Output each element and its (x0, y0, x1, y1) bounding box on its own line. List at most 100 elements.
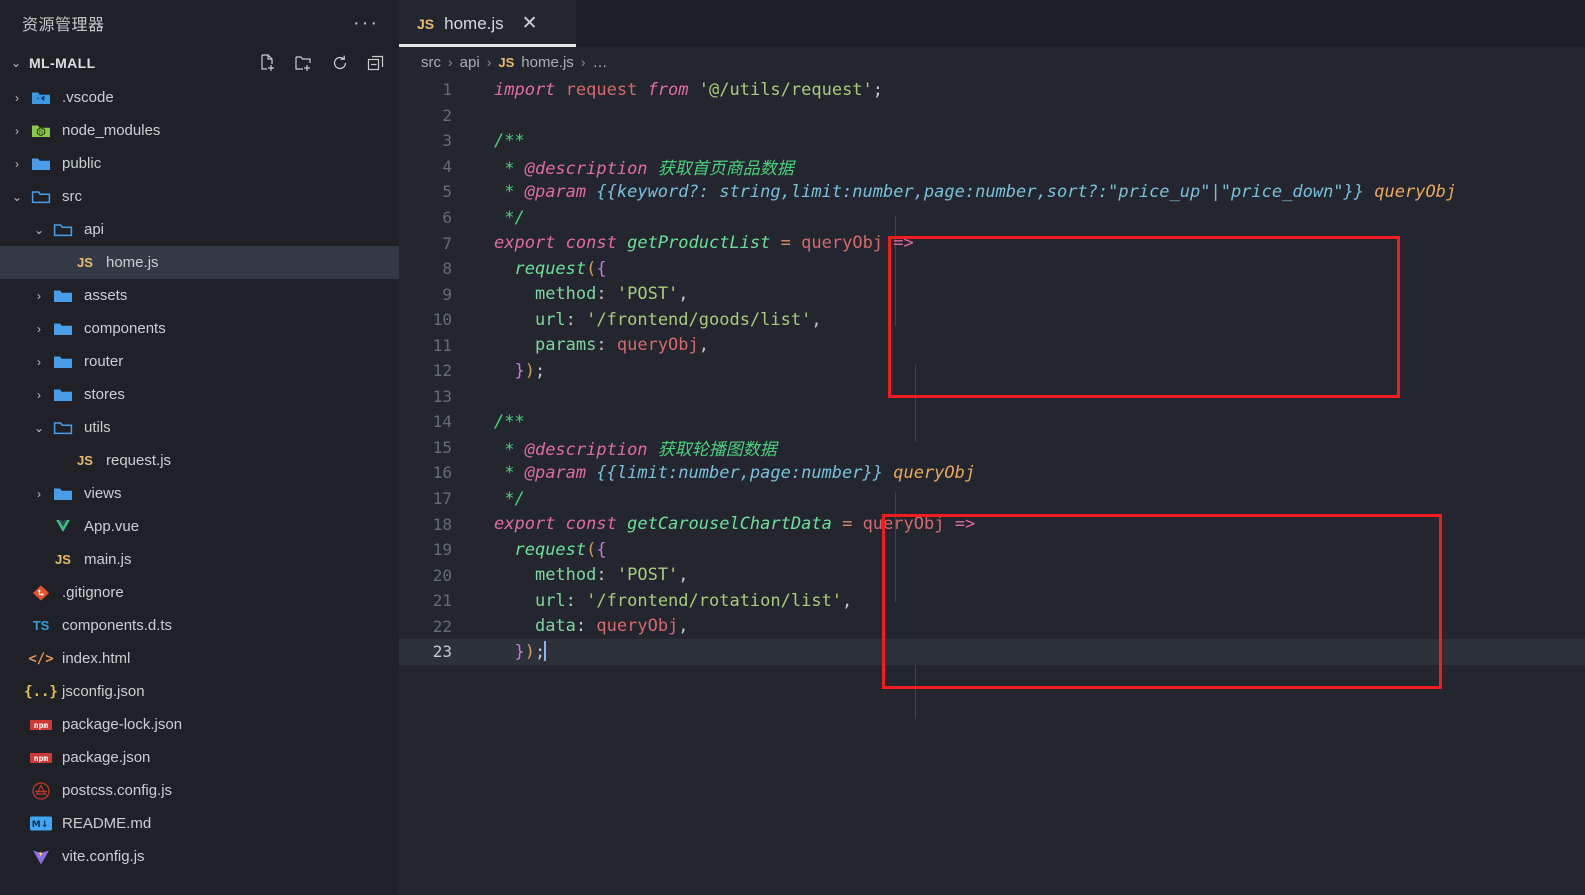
vscode-folder-icon (28, 90, 54, 106)
tree-item-stores[interactable]: › stores (0, 378, 399, 411)
code-line[interactable]: 4 * @description 获取首页商品数据 (399, 154, 1585, 180)
chevron-right-icon[interactable]: › (6, 124, 28, 138)
code-line[interactable]: 23 }); (399, 639, 1585, 665)
code-line[interactable]: 6 */ (399, 205, 1585, 231)
chevron-down-icon[interactable]: ⌄ (6, 56, 26, 70)
js-file-icon: JS (77, 453, 93, 468)
code-line[interactable]: 11 params: queryObj, (399, 332, 1585, 358)
tree-item-package-lock-json[interactable]: npm package-lock.json (0, 708, 399, 741)
close-icon[interactable]: ✕ (522, 14, 538, 33)
code-editor[interactable]: 1 import request from '@/utils/request'; 2… (399, 77, 1585, 719)
code-line[interactable]: 17 */ (399, 486, 1585, 512)
tree-item-vscode[interactable]: › .vscode (0, 81, 399, 114)
line-number: 8 (442, 259, 452, 279)
code-line[interactable]: 2 (399, 103, 1585, 129)
refresh-icon[interactable] (329, 52, 351, 74)
code-line-text: }); (514, 360, 546, 381)
js-file-icon[interactable]: JS (498, 55, 514, 70)
code-line[interactable]: 22 data: queryObj, (399, 613, 1585, 639)
tree-item-app-vue[interactable]: App.vue (0, 510, 399, 543)
code-line[interactable]: 7 export const getProductList = queryObj … (399, 230, 1585, 256)
chevron-right-icon[interactable]: › (28, 388, 50, 402)
tab-home-js[interactable]: JS home.js ✕ (399, 0, 576, 47)
code-line[interactable]: 9 method: 'POST', (399, 281, 1585, 307)
chevron-right-icon[interactable]: › (28, 289, 50, 303)
code-line-text: request({ (514, 258, 607, 279)
code-line[interactable]: 1 import request from '@/utils/request'; (399, 77, 1585, 103)
tree-item-label: api (84, 221, 105, 238)
tree-item-assets[interactable]: › assets (0, 279, 399, 312)
tree-item-label: views (84, 485, 122, 502)
tree-item-components[interactable]: › components (0, 312, 399, 345)
folder-open-icon (50, 222, 76, 238)
tree-item-node-modules[interactable]: › JS node_modules (0, 114, 399, 147)
text-cursor (544, 641, 547, 662)
code-line[interactable]: 14 /** (399, 409, 1585, 435)
chevron-right-icon[interactable]: › (28, 322, 50, 336)
tree-item-public[interactable]: › public (0, 147, 399, 180)
line-number: 21 (432, 591, 452, 611)
tree-item-components-d-ts[interactable]: TS components.d.ts (0, 609, 399, 642)
line-number: 12 (432, 361, 452, 381)
code-line[interactable]: 19 request({ (399, 537, 1585, 563)
js-file-icon: JS (417, 15, 435, 32)
folder-open-icon (50, 420, 76, 436)
chevron-down-icon[interactable]: ⌄ (6, 190, 28, 204)
breadcrumb-crumb[interactable]: home.js (521, 54, 574, 71)
breadcrumb-crumb[interactable]: … (592, 54, 607, 71)
code-line[interactable]: 13 (399, 384, 1585, 410)
tree-item-request-js[interactable]: JS request.js (0, 444, 399, 477)
tree-item-vite-config-js[interactable]: vite.config.js (0, 840, 399, 873)
chevron-down-icon[interactable]: ⌄ (28, 223, 50, 237)
new-file-icon[interactable] (257, 52, 279, 74)
tree-item-main-js[interactable]: JS main.js (0, 543, 399, 576)
editor-tabbar: JS home.js ✕ (399, 0, 1585, 47)
code-line[interactable]: 3 /** (399, 128, 1585, 154)
code-line-text: url: '/frontend/goods/list', (534, 309, 822, 330)
line-number: 17 (432, 489, 452, 509)
tree-item-readme-md[interactable]: M↓ README.md (0, 807, 399, 840)
breadcrumb-crumb[interactable]: src (421, 54, 441, 71)
tree-item-src[interactable]: ⌄ src (0, 180, 399, 213)
tree-item-home-js[interactable]: JS home.js (0, 246, 399, 279)
tree-item-utils[interactable]: ⌄ utils (0, 411, 399, 444)
more-actions-icon[interactable]: ··· (347, 13, 385, 33)
chevron-right-icon[interactable]: › (28, 355, 50, 369)
chevron-right-icon[interactable]: › (6, 91, 28, 105)
code-line[interactable]: 12 }); (399, 358, 1585, 384)
code-line[interactable]: 21 url: '/frontend/rotation/list', (399, 588, 1585, 614)
code-line-text: * @param {{keyword?: string,limit:number… (494, 181, 1457, 202)
tree-item-index-html[interactable]: </> index.html (0, 642, 399, 675)
tree-item-package-json[interactable]: npm package.json (0, 741, 399, 774)
tree-item-jsconfig-json[interactable]: {..} jsconfig.json (0, 675, 399, 708)
code-line[interactable]: 15 * @description 获取轮播图数据 (399, 435, 1585, 461)
chevron-right-icon[interactable]: › (6, 157, 28, 171)
code-line[interactable]: 18 export const getCarouselChartData = qu… (399, 511, 1585, 537)
explorer-title: 资源管理器 (22, 17, 105, 34)
tree-item-gitignore[interactable]: .gitignore (0, 576, 399, 609)
tree-item-label: .gitignore (62, 584, 124, 601)
code-line[interactable]: 8 request({ (399, 256, 1585, 282)
tree-item-router[interactable]: › router (0, 345, 399, 378)
code-line[interactable]: 20 method: 'POST', (399, 562, 1585, 588)
tree-item-postcss-config-js[interactable]: postcss.config.js (0, 774, 399, 807)
code-line[interactable]: 10 url: '/frontend/goods/list', (399, 307, 1585, 333)
new-folder-icon[interactable] (293, 52, 315, 74)
explorer-root-row[interactable]: ⌄ ML-MALL (0, 46, 399, 79)
line-number: 3 (442, 131, 452, 151)
breadcrumb-crumb[interactable]: api (460, 54, 480, 71)
code-line[interactable]: 5 * @param {{keyword?: string,limit:numb… (399, 179, 1585, 205)
tree-item-label: router (84, 353, 124, 370)
tree-item-label: package.json (62, 749, 151, 766)
code-line[interactable]: 16 * @param {{limit:number,page:number}}… (399, 460, 1585, 486)
chevron-right-icon[interactable]: › (28, 487, 50, 501)
line-number: 18 (432, 514, 452, 534)
code-line-text: }); (514, 641, 547, 663)
collapse-all-icon[interactable] (365, 52, 387, 74)
tree-item-views[interactable]: › views (0, 477, 399, 510)
breadcrumb: src › api › JS home.js ›… (399, 47, 1585, 77)
tree-item-api[interactable]: ⌄ api (0, 213, 399, 246)
tab-label: home.js (444, 13, 504, 33)
chevron-down-icon[interactable]: ⌄ (28, 421, 50, 435)
folder-open-icon (28, 189, 54, 205)
